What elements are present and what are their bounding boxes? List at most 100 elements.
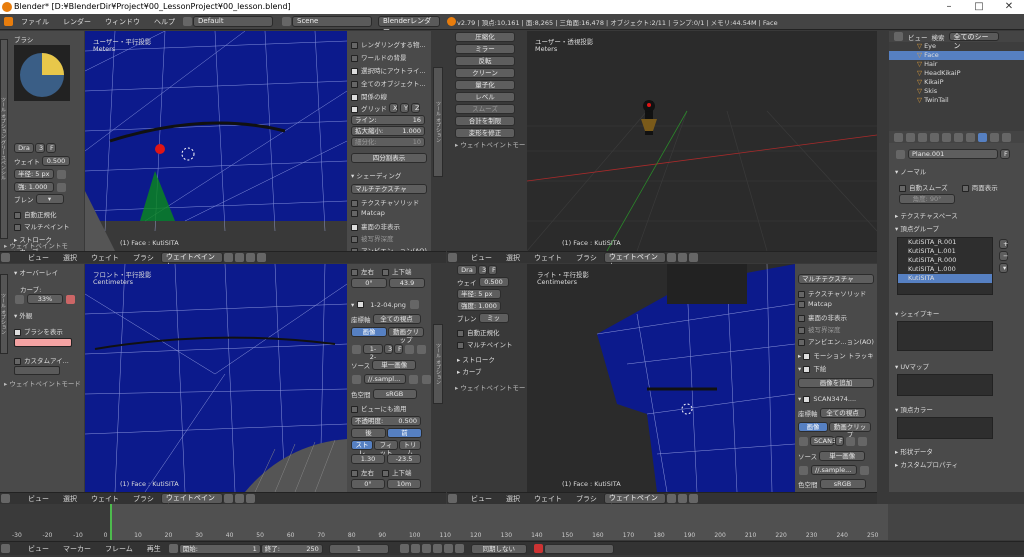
render-tab-icon[interactable] bbox=[894, 132, 903, 142]
all-objects-checkbox[interactable]: 全てのオブジェクト... bbox=[351, 78, 426, 88]
tool-mirror[interactable]: ミラー bbox=[455, 44, 515, 54]
viewport-bottom-right[interactable]: ライト・平行投影 Centimeters (1) Face : KutiSITA bbox=[527, 264, 795, 492]
timeline[interactable]: -30 -20 -10 0 10 20 30 40 50 60 70 80 90 100 110 120 130… bbox=[0, 504, 1024, 540]
tool-limit-total[interactable]: 合計を制限 bbox=[455, 116, 515, 126]
viewport-top-left[interactable]: ユーザー・平行投影 Meters (1) Face : KutiSITA bbox=[85, 31, 347, 251]
tool-levels[interactable]: レベル bbox=[455, 92, 515, 102]
outliner-menu-search[interactable]: 検索 bbox=[932, 32, 945, 42]
vertex-group-item-active[interactable]: KutiSITA bbox=[898, 274, 992, 283]
source-select[interactable]: 単一画像 bbox=[372, 360, 417, 370]
layers-icon-tr[interactable] bbox=[688, 253, 698, 262]
brush-name-field[interactable]: Dra bbox=[14, 143, 34, 153]
shading-mode-select[interactable]: マルチテクスチャ bbox=[351, 184, 427, 194]
fake-user-button-br[interactable]: F bbox=[488, 265, 497, 275]
vertex-group-item[interactable]: KutiSITA_L.000 bbox=[898, 265, 992, 274]
shading-section[interactable]: ▾ シェーディング bbox=[351, 170, 401, 180]
prev-keyframe-icon[interactable] bbox=[410, 544, 420, 553]
jump-start-icon[interactable] bbox=[399, 544, 409, 553]
texture-tab-icon[interactable] bbox=[1002, 132, 1011, 142]
weight-field-br[interactable]: 0.500 bbox=[478, 277, 509, 287]
outline-section[interactable]: ▾ 外観 bbox=[14, 310, 32, 320]
editor-type-icon-tr[interactable] bbox=[448, 253, 457, 262]
material-tab-icon[interactable] bbox=[990, 132, 999, 142]
render-engine-select[interactable]: Blenderレンダー bbox=[378, 16, 440, 34]
autonormalize-checkbox-br[interactable]: 自動正規化 bbox=[457, 327, 500, 337]
show-brush-checkbox[interactable]: ブラシを表示 bbox=[14, 326, 63, 336]
view-as-render-checkbox[interactable]: ビューにも適用 bbox=[351, 403, 407, 413]
tool-tabs-tr[interactable]: ツール オプション bbox=[433, 67, 443, 177]
editor-type-icon[interactable] bbox=[4, 17, 13, 26]
bg-image-item[interactable]: ▾ 1-2-04.png bbox=[351, 300, 420, 309]
depth-checkbox-br[interactable]: 被写界深度 bbox=[798, 324, 841, 334]
background-images-section[interactable]: ▾ 下絵 bbox=[798, 363, 826, 373]
front-toggle[interactable]: 前 bbox=[387, 428, 422, 438]
tool-tabs-bl[interactable]: ツール オプション bbox=[0, 274, 8, 354]
mode-select-tl[interactable]: ウェイトペイント bbox=[160, 252, 223, 270]
editor-type-icon-bl[interactable] bbox=[1, 494, 10, 503]
folder-icon[interactable] bbox=[409, 374, 418, 384]
axis-z-toggle[interactable]: Z bbox=[411, 103, 420, 113]
opacity-field[interactable]: 不透明度: 0.500 bbox=[351, 416, 421, 426]
pivot-icon-tl[interactable] bbox=[234, 253, 244, 262]
vertex-group-item[interactable]: KutiSITA_R.000 bbox=[898, 256, 992, 265]
layers-icon-bl[interactable] bbox=[245, 494, 255, 503]
viewport-bottom-left[interactable]: フロント・平行投影 Centimeters (1) Face : KutiSIT… bbox=[85, 264, 347, 492]
shading-icon-tl[interactable] bbox=[223, 253, 233, 262]
strength-pressure-icon[interactable] bbox=[57, 182, 66, 192]
back-toggle[interactable]: 後 bbox=[351, 428, 386, 438]
axis-select-br[interactable]: 全ての視点 bbox=[819, 408, 866, 418]
image-toggle-br[interactable]: 画像 bbox=[798, 422, 828, 432]
curve-section-br[interactable]: ▸ カーブ bbox=[457, 366, 481, 376]
play-icon[interactable] bbox=[432, 544, 442, 553]
viewport-top-right[interactable]: ユーザー・透視投影 Meters (1) Face : KutiSITA bbox=[527, 31, 877, 251]
pivot-icon-br[interactable] bbox=[677, 494, 687, 503]
size-field-2[interactable]: 10m bbox=[387, 479, 421, 489]
brush-preview[interactable] bbox=[14, 45, 70, 101]
motion-tracking-section[interactable]: ▸ モーション トラッキ bbox=[798, 350, 874, 360]
tool-quantize[interactable]: 量子化 bbox=[455, 80, 515, 90]
timeline-menu-playback[interactable]: 再生 bbox=[140, 541, 168, 557]
object-tab-icon[interactable] bbox=[942, 132, 951, 142]
mesh-data-name-field[interactable]: Plane.001 bbox=[908, 149, 998, 159]
depth-of-field-checkbox[interactable]: 被写界深度 bbox=[351, 233, 394, 243]
vertex-colors-section[interactable]: ▾ 頂点カラー bbox=[895, 404, 933, 414]
double-sided-checkbox[interactable]: 両面表示 bbox=[961, 182, 998, 192]
custom-properties-section[interactable]: ▸ カスタムプロパティ bbox=[895, 459, 958, 469]
custom-icon-checkbox[interactable]: カスタムアイ... bbox=[14, 355, 69, 365]
flip-x-checkbox-2[interactable]: 左右 bbox=[351, 467, 374, 477]
source-select-br[interactable]: 単一画像 bbox=[819, 451, 866, 461]
fake-user-button[interactable]: F bbox=[46, 143, 56, 153]
uv-maps-section[interactable]: ▾ UVマップ bbox=[895, 361, 929, 371]
outliner-display-select[interactable]: 全てのシーン bbox=[948, 32, 999, 50]
jump-end-icon[interactable] bbox=[454, 544, 464, 553]
outliner-item-twintail[interactable]: ▽ TwinTail bbox=[889, 96, 1024, 105]
grid-subdivisions-field[interactable]: 細分化: 10 bbox=[351, 137, 425, 147]
tool-shelf-tabs[interactable]: ツール オプション グリースペンシル bbox=[0, 39, 8, 239]
auto-smooth-checkbox[interactable]: 自動スムーズ bbox=[899, 182, 948, 192]
menu-window[interactable]: ウィンドウ bbox=[98, 14, 147, 30]
layers-tab-icon[interactable] bbox=[906, 132, 915, 142]
axis-x-toggle[interactable]: X bbox=[389, 103, 398, 113]
blend-select[interactable]: ▾ bbox=[35, 194, 64, 204]
shading-icon-tr[interactable] bbox=[666, 253, 676, 262]
keying-set-field[interactable] bbox=[543, 543, 614, 554]
layers-icon-br[interactable] bbox=[688, 494, 698, 503]
stroke-section-br[interactable]: ▸ ストローク bbox=[457, 354, 495, 364]
tool-fix-deforms[interactable]: 変形を修正 bbox=[455, 128, 515, 138]
next-keyframe-icon[interactable] bbox=[443, 544, 453, 553]
timeline-menu-frame[interactable]: フレーム bbox=[98, 541, 140, 557]
vertex-groups-section[interactable]: ▾ 頂点グループ bbox=[895, 223, 939, 233]
grid-checkbox[interactable]: グリッド bbox=[351, 103, 387, 113]
timeline-editor-icon[interactable] bbox=[1, 544, 10, 553]
brush-name-field-br[interactable]: Dra bbox=[457, 265, 477, 275]
fit-toggle[interactable]: フィット bbox=[374, 440, 398, 457]
outliner-editor-icon[interactable] bbox=[894, 32, 903, 41]
scene-icon[interactable] bbox=[282, 17, 291, 26]
overlay-percent-field[interactable]: 33% bbox=[27, 294, 63, 304]
world-bg-checkbox[interactable]: ワールドの背景 bbox=[351, 52, 407, 62]
maximize-icon[interactable]: □ bbox=[964, 0, 994, 14]
size-field[interactable]: 43.9 bbox=[389, 278, 425, 288]
pivot-icon-bl[interactable] bbox=[234, 494, 244, 503]
image-users-field[interactable]: 3 bbox=[384, 344, 393, 354]
texture-solid-checkbox[interactable]: テクスチャソリッド bbox=[351, 197, 419, 207]
